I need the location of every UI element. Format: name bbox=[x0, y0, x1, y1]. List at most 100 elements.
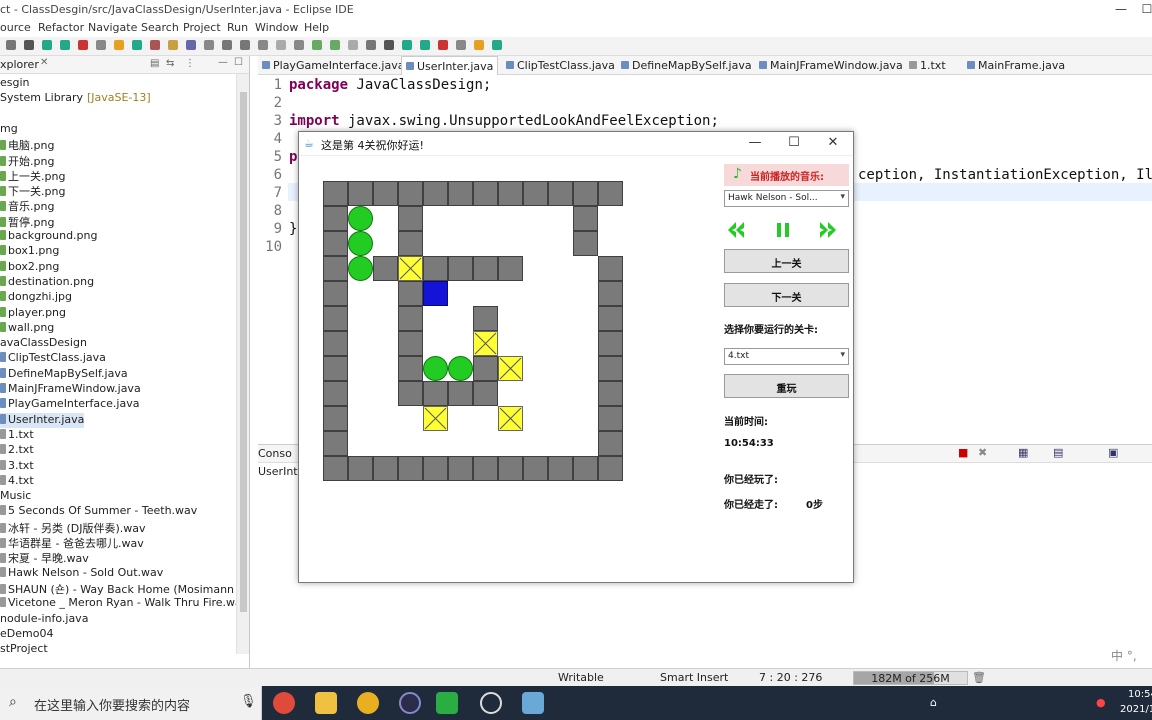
previous-track-button[interactable] bbox=[724, 218, 748, 242]
view-menu-icon[interactable]: ⋮ bbox=[185, 58, 195, 69]
toolbar-icon[interactable] bbox=[150, 40, 160, 50]
toolbar-icon[interactable] bbox=[186, 40, 196, 50]
tree-item[interactable]: Vicetone _ Meron Ryan - Walk Thru Fire.w… bbox=[0, 596, 248, 611]
tree-item[interactable]: 电脑.png bbox=[0, 137, 54, 152]
next-track-button[interactable] bbox=[816, 218, 840, 242]
tree-item[interactable]: eDemo04 bbox=[0, 627, 53, 642]
microphone-icon[interactable]: 🎙 bbox=[240, 694, 257, 709]
java-app-icon[interactable] bbox=[522, 692, 544, 714]
toolbar-icon[interactable] bbox=[24, 40, 34, 50]
toolbar-icon[interactable] bbox=[114, 40, 124, 50]
toolbar-icon[interactable] bbox=[294, 40, 304, 50]
toolbar-icon[interactable] bbox=[330, 40, 340, 50]
tree-item[interactable]: destination.png bbox=[0, 275, 94, 290]
tree-item[interactable]: 上一关.png bbox=[0, 168, 65, 183]
toolbar-icon[interactable] bbox=[438, 40, 448, 50]
tree-item[interactable]: DefineMapBySelf.java bbox=[0, 367, 128, 382]
tree-item[interactable]: 宋夏 - 早晚.wav bbox=[0, 550, 89, 565]
tree-item[interactable]: MainJFrameWindow.java bbox=[0, 382, 141, 397]
tree-item[interactable]: PlayGameInterface.java bbox=[0, 397, 139, 412]
link-editor-icon[interactable]: ⇆ bbox=[166, 58, 174, 69]
tree-item[interactable]: 开始.png bbox=[0, 153, 54, 168]
tree-item[interactable]: mg bbox=[0, 122, 18, 137]
tab-1-txt[interactable]: 1.txt bbox=[901, 56, 961, 75]
menu-run[interactable]: Run bbox=[227, 21, 248, 34]
toolbar-icon[interactable] bbox=[42, 40, 52, 50]
heap-status[interactable]: 182M of 256M bbox=[853, 671, 968, 685]
tree-item[interactable]: 暂停.png bbox=[0, 214, 54, 229]
toolbar-icon[interactable] bbox=[276, 40, 286, 50]
tree-item[interactable]: Music bbox=[0, 489, 31, 504]
tree-item[interactable]: dongzhi.jpg bbox=[0, 290, 72, 305]
eclipse-icon[interactable] bbox=[399, 692, 421, 714]
game-minimize-icon[interactable]: — bbox=[740, 135, 770, 150]
toolbar-icon[interactable] bbox=[348, 40, 358, 50]
toolbar-icon[interactable] bbox=[222, 40, 232, 50]
tree-item[interactable]: UserInter.java bbox=[0, 412, 85, 428]
toolbar-icon[interactable] bbox=[420, 40, 430, 50]
next-level-button[interactable]: 下一关 bbox=[724, 283, 849, 307]
menu-help[interactable]: Help bbox=[304, 21, 329, 34]
replay-button[interactable]: 重玩 bbox=[724, 374, 849, 398]
toolbar-icon[interactable] bbox=[492, 40, 502, 50]
network-icon[interactable]: ⌂ bbox=[930, 696, 937, 709]
music-select[interactable]: Hawk Nelson - Sol... ▾ bbox=[724, 190, 849, 207]
toolbar-icon[interactable] bbox=[474, 40, 484, 50]
clear-console-icon[interactable]: ▦ bbox=[1018, 446, 1028, 459]
toolbar-icon[interactable] bbox=[60, 40, 70, 50]
menu-navigate[interactable]: Navigate bbox=[88, 21, 137, 34]
tab-playgameinterface[interactable]: PlayGameInterface.java bbox=[258, 56, 404, 75]
level-select[interactable]: 4.txt ▾ bbox=[724, 348, 849, 365]
toolbar-icon[interactable] bbox=[132, 40, 142, 50]
chrome-icon[interactable] bbox=[273, 692, 295, 714]
toolbar-icon[interactable] bbox=[6, 40, 16, 50]
tab-mainframe[interactable]: MainFrame.java bbox=[963, 56, 1073, 75]
tree-item[interactable]: 3.txt bbox=[0, 459, 34, 474]
tree-item[interactable]: background.png bbox=[0, 229, 98, 244]
ime-indicator[interactable]: 中 °, bbox=[1111, 647, 1137, 664]
tree-item[interactable]: 4.txt bbox=[0, 474, 34, 489]
toolbar-icon[interactable] bbox=[312, 40, 322, 50]
toolbar-icon[interactable] bbox=[402, 40, 412, 50]
toolbar-icon[interactable] bbox=[96, 40, 106, 50]
game-close-icon[interactable]: ✕ bbox=[818, 135, 848, 150]
tree-item[interactable]: 2.txt bbox=[0, 443, 34, 458]
tree-item[interactable]: 下一关.png bbox=[0, 183, 65, 198]
game-maximize-icon[interactable]: ☐ bbox=[779, 135, 809, 150]
remove-launch-icon[interactable]: ✖ bbox=[978, 446, 987, 459]
menu-source[interactable]: ource bbox=[0, 21, 31, 34]
menu-search[interactable]: Search bbox=[141, 21, 179, 34]
tab-mainjframewindow[interactable]: MainJFrameWindow.java bbox=[755, 56, 903, 75]
tree-item[interactable]: 冰轩 - 另类 (DJ版伴奏).wav bbox=[0, 520, 146, 535]
toolbar-icon[interactable] bbox=[240, 40, 250, 50]
explorer-scrollbar[interactable] bbox=[236, 74, 249, 654]
tree-item[interactable]: avaClassDesign bbox=[0, 336, 87, 351]
music-app-icon[interactable] bbox=[357, 692, 379, 714]
collapse-all-icon[interactable]: ▤ bbox=[150, 58, 159, 69]
previous-level-button[interactable]: 上一关 bbox=[724, 249, 849, 273]
tray-app-icon[interactable]: ● bbox=[1096, 696, 1106, 709]
pause-button[interactable] bbox=[771, 218, 795, 242]
tree-item[interactable]: 1.txt bbox=[0, 428, 34, 443]
toolbar-icon[interactable] bbox=[204, 40, 214, 50]
maximize-icon[interactable]: ☐ bbox=[1130, 2, 1152, 16]
tab-cliptestclass[interactable]: ClipTestClass.java bbox=[502, 56, 615, 75]
minimize-view-icon[interactable]: — bbox=[218, 57, 228, 68]
toolbar-icon[interactable] bbox=[384, 40, 394, 50]
file-explorer-icon[interactable] bbox=[315, 692, 337, 714]
tree-item[interactable]: 华语群星 - 爸爸去哪儿.wav bbox=[0, 535, 144, 550]
obs-icon[interactable] bbox=[480, 692, 502, 714]
tree-item[interactable]: ClipTestClass.java bbox=[0, 351, 106, 366]
tree-item[interactable]: box1.png bbox=[0, 244, 59, 259]
toolbar-icon[interactable] bbox=[168, 40, 178, 50]
menu-window[interactable]: Window bbox=[255, 21, 298, 34]
tab-userinter[interactable]: UserInter.java bbox=[401, 56, 498, 75]
tree-item[interactable]: player.png bbox=[0, 306, 66, 321]
tree-item[interactable]: esgin bbox=[0, 76, 30, 91]
console-tab[interactable]: Conso bbox=[258, 447, 292, 460]
tree-item[interactable]: 5 Seconds Of Summer - Teeth.wav bbox=[0, 504, 197, 519]
tree-item[interactable]: stProject bbox=[0, 642, 48, 657]
tree-item[interactable]: nodule-info.java bbox=[0, 612, 88, 627]
toolbar-icon[interactable] bbox=[366, 40, 376, 50]
game-board[interactable] bbox=[323, 181, 623, 481]
